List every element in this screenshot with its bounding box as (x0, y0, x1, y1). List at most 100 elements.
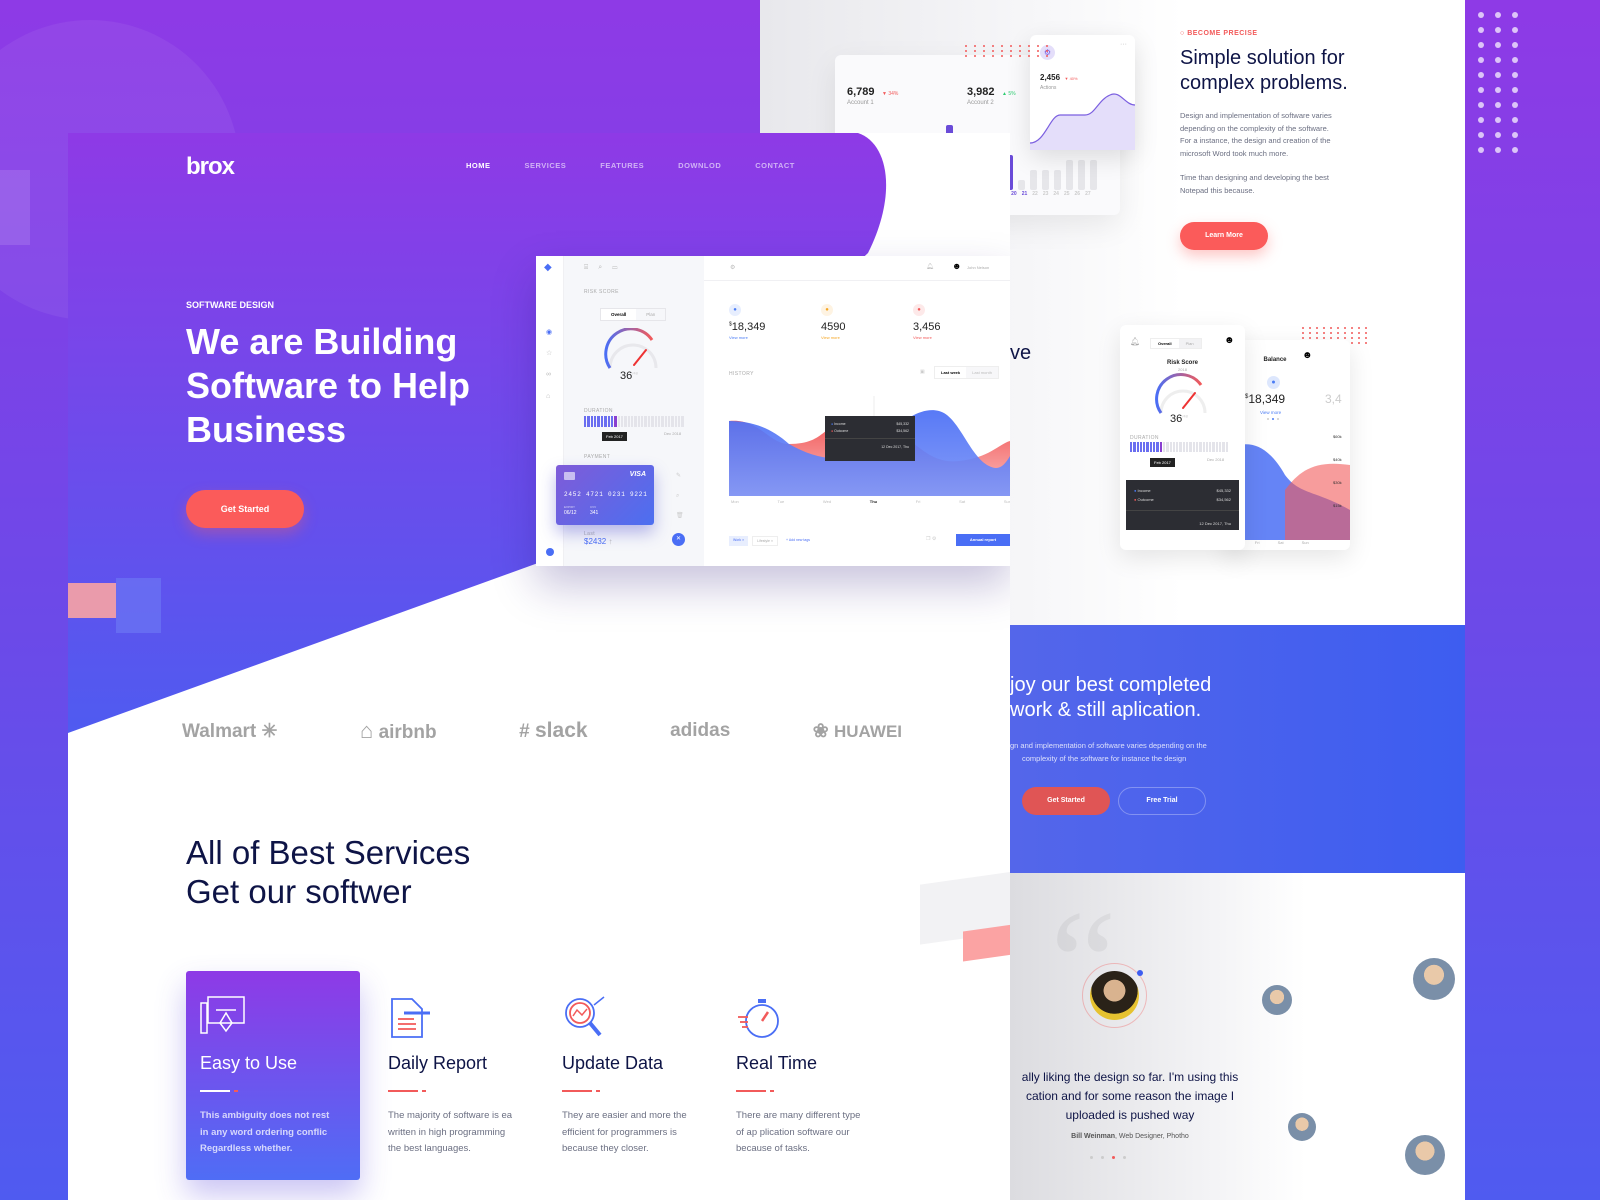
help-icon[interactable] (546, 548, 554, 556)
view-more-link[interactable]: View more (729, 335, 765, 340)
precise-title-line: complex problems. (1180, 72, 1348, 94)
link-icon[interactable]: ∞ (546, 371, 551, 378)
description-line: of ap plication software our (736, 1126, 850, 1138)
pager-dot[interactable] (1101, 1156, 1104, 1159)
learn-more-button[interactable]: Learn More (1180, 222, 1268, 250)
tag-work[interactable]: Work × (729, 536, 749, 546)
delete-icon[interactable]: 🗑︎ (676, 506, 684, 526)
carousel-dot[interactable] (1277, 418, 1279, 420)
copy-icon[interactable]: ❐ (926, 536, 930, 542)
risk-gauge-value: 36/48 (1170, 413, 1188, 425)
duration-bar (620, 416, 624, 427)
tag-lifestyle[interactable]: Lifestyle × (752, 536, 779, 546)
settings-icon[interactable]: ⚙ (932, 536, 936, 542)
dot (1512, 57, 1518, 63)
pager-dot[interactable] (1123, 1156, 1126, 1159)
pager-dot-active[interactable] (1112, 1156, 1115, 1159)
testimonial-section: “ ally liking the design so far. I'm usi… (1010, 873, 1465, 1200)
duration-bar (667, 416, 671, 427)
avatar-icon[interactable]: ☻ (1224, 335, 1235, 346)
card-brand: VISA (629, 471, 646, 478)
history-label: HISTORY (729, 371, 754, 377)
duration-bar (1179, 442, 1182, 452)
duration-bar (631, 416, 634, 427)
service-card[interactable]: Update Data They are easier and more the… (548, 971, 722, 1180)
dashboard-icon[interactable]: ◉ (546, 328, 552, 336)
tab-last-week[interactable]: Last week (935, 367, 967, 378)
duration-bar (610, 416, 614, 427)
notification-bell-icon[interactable]: 🔔︎ (926, 263, 934, 270)
author-avatar[interactable] (1090, 971, 1139, 1020)
view-more-link[interactable]: View more (821, 335, 845, 340)
duration-bar (1219, 442, 1222, 452)
view-more-link[interactable]: View more (913, 335, 941, 340)
service-card[interactable]: Easy to Use This ambiguity does not rest… (186, 971, 360, 1180)
x-tick: Sat (1277, 540, 1284, 545)
nav-services[interactable]: SERVICES (525, 161, 567, 170)
paragraph-line: microsoft Word took much more. (1180, 148, 1289, 158)
pager-dot[interactable] (1090, 1156, 1093, 1159)
payment-label: PAYMENT (584, 454, 611, 460)
avatar[interactable] (1405, 1135, 1445, 1175)
nav-home[interactable]: HOME (466, 161, 491, 170)
carousel-dot-active[interactable] (1272, 418, 1274, 420)
folder-icon[interactable]: ▭ (612, 264, 627, 271)
more-icon[interactable]: ··· (1120, 41, 1127, 48)
toggle-overall[interactable]: Overall (601, 309, 637, 320)
carousel-dot[interactable] (1267, 418, 1269, 420)
y-tick: $60k (1333, 434, 1342, 439)
nav-contact[interactable]: CONTACT (755, 161, 795, 170)
search-icon[interactable]: ⌕ (598, 264, 612, 271)
layers-logo-icon[interactable]: ◆ (544, 262, 552, 273)
stat-number: 18,349 (731, 321, 766, 333)
overall-plan-toggle: Overall Plan (600, 308, 667, 321)
avatar-icon[interactable]: ☻ (1302, 350, 1313, 361)
duration-bar (651, 416, 654, 427)
avatar[interactable] (1288, 1113, 1316, 1141)
x-axis-days: Mon Tue Wed Thu Fri Sat Sun (731, 499, 1010, 504)
cta-get-started-button[interactable]: Get Started (1022, 787, 1110, 815)
service-card[interactable]: Real Time There are many different type … (722, 971, 896, 1180)
balance-view-more-link[interactable]: View more (1260, 410, 1281, 415)
search-icon[interactable]: ⌕ (676, 486, 684, 506)
duration-bar (1212, 442, 1215, 452)
nav-features[interactable]: FEATURES (600, 161, 644, 170)
toggle-plan[interactable]: Plan (636, 309, 665, 320)
toggle-plan[interactable]: Plan (1178, 339, 1201, 348)
credit-card[interactable]: VISA 2452 4721 0231 9221 EXPIRY 06/12 CV… (556, 465, 654, 525)
add-tag-link[interactable]: + Add new tags (782, 536, 814, 546)
edit-icon[interactable]: ✎ (676, 466, 684, 486)
star-icon[interactable]: ☆ (546, 349, 552, 357)
paragraph-line: For a instance, the design and creation … (1180, 136, 1331, 145)
outcome-label-text: Outcome (1137, 497, 1154, 502)
overall-plan-toggle: Overall Plan (1150, 338, 1202, 349)
service-card[interactable]: Daily Report The majority of software is… (374, 971, 548, 1180)
stat-value: 4590 (821, 321, 845, 333)
red-dot (1302, 332, 1304, 334)
home-icon[interactable]: ⌂ (546, 393, 550, 400)
decorative-red-dots (965, 45, 1052, 57)
red-dot (965, 50, 967, 52)
red-dot (1001, 55, 1003, 57)
tab-last-month[interactable]: Last month (966, 367, 998, 378)
settings-icon[interactable]: ⚙ (730, 264, 735, 271)
user-name[interactable]: John Nelson (967, 265, 989, 270)
income-row: ● Income $45,332 (1126, 480, 1239, 495)
brand-logo[interactable]: brox (186, 153, 235, 181)
notification-bell-icon[interactable]: 🔔︎ (1130, 337, 1140, 346)
close-button[interactable]: ✕ (672, 533, 685, 546)
avatar[interactable] (1413, 958, 1455, 1000)
trash-icon[interactable]: ⌸ (584, 264, 598, 271)
cta-title: joy our best completed work & still apli… (1010, 673, 1211, 723)
description-line: There are many different type (736, 1110, 861, 1121)
calendar-icon[interactable]: ▣ (920, 369, 925, 375)
paragraph-line: Notepad this because. (1180, 185, 1255, 195)
user-avatar[interactable]: ☻ (952, 261, 961, 271)
free-trial-button[interactable]: Free Trial (1118, 787, 1206, 815)
red-dot (1358, 342, 1360, 344)
annual-report-button[interactable]: Annual report (956, 534, 1010, 546)
toggle-overall[interactable]: Overall (1151, 339, 1179, 348)
hero-get-started-button[interactable]: Get Started (186, 490, 304, 528)
avatar[interactable] (1262, 985, 1292, 1015)
nav-download[interactable]: DOWNLOD (678, 161, 721, 170)
